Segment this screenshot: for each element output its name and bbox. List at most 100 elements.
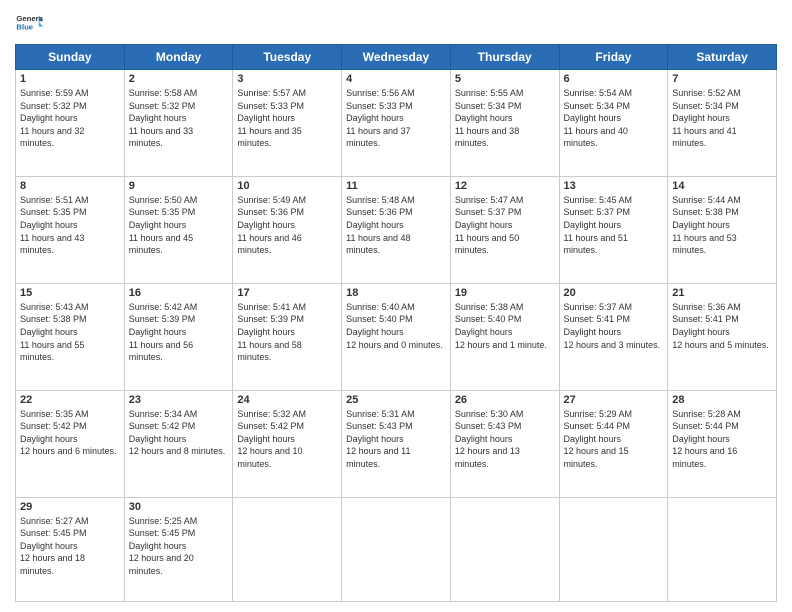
day-cell: 27Sunrise: 5:29 AMSunset: 5:44 PMDayligh…: [559, 390, 668, 497]
day-cell: 5Sunrise: 5:55 AMSunset: 5:34 PMDaylight…: [450, 70, 559, 177]
day-info: Sunrise: 5:43 AMSunset: 5:38 PMDaylight …: [20, 301, 120, 364]
day-number: 4: [346, 73, 446, 85]
day-cell: 12 Sunrise: 5:47 AMSunset: 5:37 PMDayligh…: [450, 176, 559, 283]
week-row-0: 1 Sunrise: 5:59 AMSunset: 5:32 PMDaylight…: [16, 70, 777, 177]
day-cell: 13 Sunrise: 5:45 AMSunset: 5:37 PMDayligh…: [559, 176, 668, 283]
day-number: 1: [20, 73, 120, 85]
day-info: Sunrise: 5:59 AMSunset: 5:32 PMDaylight …: [20, 87, 120, 150]
weekday-header-friday: Friday: [559, 45, 668, 70]
day-number: 29: [20, 501, 120, 513]
day-number: 5: [455, 73, 555, 85]
day-cell: 9 Sunrise: 5:50 AMSunset: 5:35 PMDaylight…: [124, 176, 233, 283]
week-row-3: 22 Sunrise: 5:35 AMSunset: 5:42 PMDayligh…: [16, 390, 777, 497]
day-cell: [450, 497, 559, 601]
logo: General Blue: [15, 10, 43, 38]
calendar: SundayMondayTuesdayWednesdayThursdayFrid…: [15, 44, 777, 602]
day-info: Sunrise: 5:37 AMSunset: 5:41 PMDaylight …: [564, 301, 664, 351]
day-cell: 20 Sunrise: 5:37 AMSunset: 5:41 PMDayligh…: [559, 283, 668, 390]
day-info: Sunrise: 5:56 AMSunset: 5:33 PMDaylight …: [346, 87, 446, 150]
day-number: 13: [564, 180, 664, 192]
day-info: Sunrise: 5:31 AMSunset: 5:43 PMDaylight …: [346, 408, 446, 471]
day-number: 17: [237, 287, 337, 299]
day-cell: 23 Sunrise: 5:34 AMSunset: 5:42 PMDayligh…: [124, 390, 233, 497]
day-info: Sunrise: 5:44 AMSunset: 5:38 PMDaylight …: [672, 194, 772, 257]
day-cell: 7 Sunrise: 5:52 AMSunset: 5:34 PMDaylight…: [668, 70, 777, 177]
logo-icon: General Blue: [15, 10, 43, 38]
day-cell: [668, 497, 777, 601]
day-cell: 2 Sunrise: 5:58 AMSunset: 5:32 PMDaylight…: [124, 70, 233, 177]
day-info: Sunrise: 5:27 AMSunset: 5:45 PMDaylight …: [20, 515, 120, 578]
day-number: 27: [564, 394, 664, 406]
day-number: 14: [672, 180, 772, 192]
day-info: Sunrise: 5:54 AMSunset: 5:34 PMDaylight …: [564, 87, 664, 150]
day-cell: 16 Sunrise: 5:42 AMSunset: 5:39 PMDayligh…: [124, 283, 233, 390]
day-info: Sunrise: 5:30 AMSunset: 5:43 PMDaylight …: [455, 408, 555, 471]
day-number: 10: [237, 180, 337, 192]
day-info: Sunrise: 5:51 AMSunset: 5:35 PMDaylight …: [20, 194, 120, 257]
day-number: 6: [564, 73, 664, 85]
day-cell: [559, 497, 668, 601]
day-cell: 14 Sunrise: 5:44 AMSunset: 5:38 PMDayligh…: [668, 176, 777, 283]
day-number: 11: [346, 180, 446, 192]
day-cell: 11 Sunrise: 5:48 AMSunset: 5:36 PMDayligh…: [342, 176, 451, 283]
weekday-header-thursday: Thursday: [450, 45, 559, 70]
day-info: Sunrise: 5:34 AMSunset: 5:42 PMDaylight …: [129, 408, 229, 458]
weekday-header-tuesday: Tuesday: [233, 45, 342, 70]
day-number: 12: [455, 180, 555, 192]
day-number: 24: [237, 394, 337, 406]
day-info: Sunrise: 5:47 AMSunset: 5:37 PMDaylight …: [455, 194, 555, 257]
day-cell: 18Sunrise: 5:40 AMSunset: 5:40 PMDayligh…: [342, 283, 451, 390]
day-number: 28: [672, 394, 772, 406]
day-number: 3: [237, 73, 337, 85]
day-info: Sunrise: 5:35 AMSunset: 5:42 PMDaylight …: [20, 408, 120, 458]
day-cell: 17 Sunrise: 5:41 AMSunset: 5:39 PMDayligh…: [233, 283, 342, 390]
day-cell: 22 Sunrise: 5:35 AMSunset: 5:42 PMDayligh…: [16, 390, 125, 497]
day-number: 9: [129, 180, 229, 192]
svg-text:Blue: Blue: [16, 23, 33, 32]
day-number: 16: [129, 287, 229, 299]
day-info: Sunrise: 5:58 AMSunset: 5:32 PMDaylight …: [129, 87, 229, 150]
day-number: 18: [346, 287, 446, 299]
day-cell: 30 Sunrise: 5:25 AMSunset: 5:45 PMDayligh…: [124, 497, 233, 601]
day-info: Sunrise: 5:36 AMSunset: 5:41 PMDaylight …: [672, 301, 772, 351]
day-cell: 19 Sunrise: 5:38 AMSunset: 5:40 PMDayligh…: [450, 283, 559, 390]
day-cell: 25Sunrise: 5:31 AMSunset: 5:43 PMDayligh…: [342, 390, 451, 497]
day-number: 8: [20, 180, 120, 192]
day-number: 23: [129, 394, 229, 406]
day-info: Sunrise: 5:50 AMSunset: 5:35 PMDaylight …: [129, 194, 229, 257]
day-number: 7: [672, 73, 772, 85]
day-info: Sunrise: 5:25 AMSunset: 5:45 PMDaylight …: [129, 515, 229, 578]
day-info: Sunrise: 5:49 AMSunset: 5:36 PMDaylight …: [237, 194, 337, 257]
day-info: Sunrise: 5:41 AMSunset: 5:39 PMDaylight …: [237, 301, 337, 364]
day-number: 30: [129, 501, 229, 513]
day-cell: 4 Sunrise: 5:56 AMSunset: 5:33 PMDaylight…: [342, 70, 451, 177]
day-number: 19: [455, 287, 555, 299]
day-info: Sunrise: 5:45 AMSunset: 5:37 PMDaylight …: [564, 194, 664, 257]
day-info: Sunrise: 5:52 AMSunset: 5:34 PMDaylight …: [672, 87, 772, 150]
weekday-header-monday: Monday: [124, 45, 233, 70]
day-cell: 6 Sunrise: 5:54 AMSunset: 5:34 PMDaylight…: [559, 70, 668, 177]
day-cell: 26 Sunrise: 5:30 AMSunset: 5:43 PMDayligh…: [450, 390, 559, 497]
day-cell: [233, 497, 342, 601]
day-cell: 3 Sunrise: 5:57 AMSunset: 5:33 PMDaylight…: [233, 70, 342, 177]
day-cell: 28Sunrise: 5:28 AMSunset: 5:44 PMDayligh…: [668, 390, 777, 497]
day-info: Sunrise: 5:42 AMSunset: 5:39 PMDaylight …: [129, 301, 229, 364]
day-cell: 29 Sunrise: 5:27 AMSunset: 5:45 PMDayligh…: [16, 497, 125, 601]
day-info: Sunrise: 5:57 AMSunset: 5:33 PMDaylight …: [237, 87, 337, 150]
header: General Blue: [15, 10, 777, 38]
day-cell: 10 Sunrise: 5:49 AMSunset: 5:36 PMDayligh…: [233, 176, 342, 283]
day-number: 26: [455, 394, 555, 406]
week-row-1: 8 Sunrise: 5:51 AMSunset: 5:35 PMDaylight…: [16, 176, 777, 283]
weekday-header-sunday: Sunday: [16, 45, 125, 70]
day-info: Sunrise: 5:32 AMSunset: 5:42 PMDaylight …: [237, 408, 337, 471]
day-cell: 21Sunrise: 5:36 AMSunset: 5:41 PMDayligh…: [668, 283, 777, 390]
day-info: Sunrise: 5:38 AMSunset: 5:40 PMDaylight …: [455, 301, 555, 351]
day-number: 20: [564, 287, 664, 299]
weekday-header-wednesday: Wednesday: [342, 45, 451, 70]
day-info: Sunrise: 5:48 AMSunset: 5:36 PMDaylight …: [346, 194, 446, 257]
day-number: 15: [20, 287, 120, 299]
weekday-header-saturday: Saturday: [668, 45, 777, 70]
day-number: 2: [129, 73, 229, 85]
week-row-2: 15 Sunrise: 5:43 AMSunset: 5:38 PMDayligh…: [16, 283, 777, 390]
day-number: 22: [20, 394, 120, 406]
